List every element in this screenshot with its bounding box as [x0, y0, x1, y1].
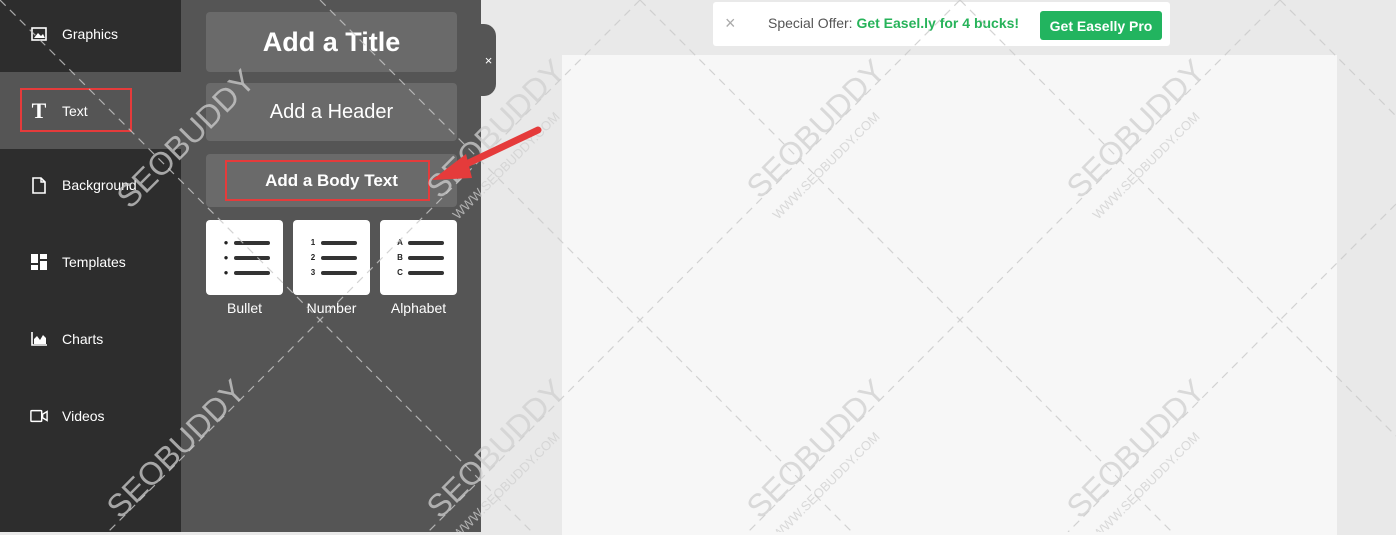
sidebar-item-graphics[interactable]: Graphics [0, 0, 181, 72]
sidebar-item-label: Charts [62, 331, 104, 347]
bullet-dot-icon: ● [223, 253, 229, 262]
text-panel: Add a Title Add a Header Add a Body Text… [181, 0, 481, 532]
sidebar-item-text[interactable]: T Text [0, 72, 181, 149]
bullet-dot-icon: ● [223, 238, 229, 247]
list-marker: A [397, 238, 403, 247]
close-icon[interactable]: × [725, 13, 736, 34]
sidebar-item-templates[interactable]: Templates [0, 226, 181, 298]
image-icon [30, 25, 48, 43]
list-marker: B [397, 253, 403, 262]
add-header-button[interactable]: Add a Header [206, 83, 457, 141]
offer-link[interactable]: Get Easel.ly for 4 bucks! [856, 15, 1019, 31]
collapse-panel-button[interactable]: × [481, 24, 496, 96]
templates-grid-icon [30, 253, 48, 271]
sidebar-item-charts[interactable]: Charts [0, 303, 181, 375]
alphabet-label: Alphabet [390, 300, 447, 316]
bullet-dot-icon: ● [223, 268, 229, 277]
sidebar-item-label: Videos [62, 408, 105, 424]
add-title-button[interactable]: Add a Title [206, 12, 457, 72]
special-offer-banner: × Special Offer: Get Easel.ly for 4 buck… [713, 2, 1170, 46]
design-canvas[interactable] [562, 55, 1337, 535]
list-marker: C [397, 268, 403, 277]
sidebar-item-label: Background [62, 177, 137, 193]
list-marker: 2 [310, 253, 316, 262]
left-sidebar: Graphics T Text Background Templates Cha… [0, 0, 181, 532]
bar-chart-icon [30, 330, 48, 348]
sidebar-item-videos[interactable]: Videos [0, 380, 181, 452]
get-easelly-pro-button[interactable]: Get Easelly Pro [1040, 11, 1162, 40]
sidebar-item-label: Graphics [62, 25, 119, 42]
sidebar-item-label: Text [62, 102, 88, 119]
file-icon [30, 176, 48, 194]
sidebar-item-label: Templates [62, 254, 126, 270]
list-marker: 3 [310, 268, 316, 277]
sidebar-item-background[interactable]: Background [0, 149, 181, 221]
list-marker: 1 [310, 238, 316, 247]
number-label: Number [306, 300, 357, 316]
text-t-icon: T [31, 97, 47, 123]
number-list-button[interactable]: 1 2 3 [293, 220, 370, 295]
bullet-list-button[interactable]: ● ● ● [206, 220, 283, 295]
bullet-label: Bullet [226, 300, 263, 316]
alphabet-list-button[interactable]: A B C [380, 220, 457, 295]
offer-text: Special Offer: [768, 15, 857, 31]
video-camera-icon [30, 407, 48, 425]
add-body-text-button[interactable]: Add a Body Text [206, 154, 457, 207]
